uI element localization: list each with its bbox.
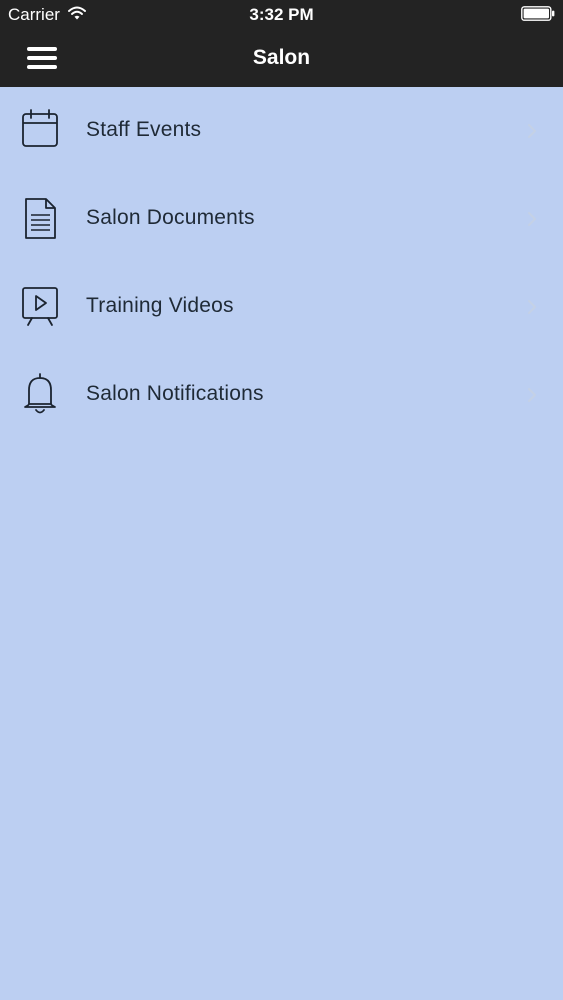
document-icon xyxy=(25,198,56,239)
battery-icon xyxy=(521,6,555,21)
list-item-salon-notifications[interactable]: Salon Notifications xyxy=(0,351,563,439)
chevron-right-icon xyxy=(528,212,536,226)
list-item-label: Training Videos xyxy=(86,294,234,317)
menu-list: Staff Events Salon Documents Training Vi… xyxy=(0,87,563,439)
chevron-right-icon xyxy=(528,124,536,138)
app-header: Carrier 3:32 PM Salon xyxy=(0,0,563,87)
status-bar: Carrier 3:32 PM xyxy=(0,0,563,30)
calendar-icon xyxy=(22,109,58,147)
list-item-label: Salon Notifications xyxy=(86,382,264,405)
status-time: 3:32 PM xyxy=(249,5,314,24)
navigation-bar: Salon xyxy=(0,30,563,87)
list-item-staff-events[interactable]: Staff Events xyxy=(0,87,563,175)
bell-icon xyxy=(24,373,56,414)
list-item-label: Salon Documents xyxy=(86,206,255,229)
chevron-right-icon xyxy=(528,300,536,314)
chevron-right-icon xyxy=(528,388,536,402)
list-item-salon-documents[interactable]: Salon Documents xyxy=(0,175,563,263)
page-title: Salon xyxy=(252,46,311,69)
video-presentation-icon xyxy=(22,287,58,326)
list-item-label: Staff Events xyxy=(86,118,202,141)
list-item-training-videos[interactable]: Training Videos xyxy=(0,263,563,351)
